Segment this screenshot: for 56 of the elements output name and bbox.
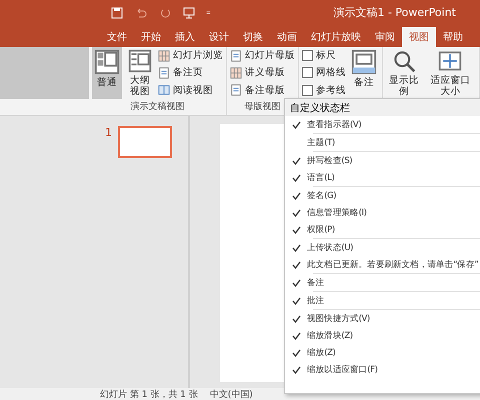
menu-item[interactable]: 缩放滑块(Z) xyxy=(285,327,480,344)
grid-icon xyxy=(230,66,242,79)
menu-item[interactable]: 查看指示器(V) xyxy=(285,116,480,133)
ribbon-button[interactable]: 备注页 xyxy=(158,66,224,80)
group-label: 演示文稿视图 xyxy=(130,100,185,114)
menu-item[interactable]: 缩放以适应窗口(F) xyxy=(285,361,480,378)
page-icon xyxy=(158,66,170,79)
checkbox[interactable]: 参考线 xyxy=(302,84,346,97)
presentation-icon xyxy=(182,6,196,20)
group-label: 母版视图 xyxy=(244,100,281,114)
ribbon-button[interactable]: 备注 xyxy=(349,47,380,99)
menu-item[interactable]: 签名(G) xyxy=(285,187,480,204)
ribbon-tab[interactable]: 帮助 xyxy=(436,27,470,47)
slide-number: 1 xyxy=(105,126,112,141)
ribbon-tab[interactable]: 开始 xyxy=(134,27,168,47)
ribbon-tab[interactable]: 切换 xyxy=(236,27,270,47)
checkbox[interactable]: 网格线 xyxy=(302,66,346,80)
window-title: 演示文稿1 - PowerPoint xyxy=(333,5,456,20)
normal-view-icon xyxy=(94,49,120,75)
page-icon xyxy=(230,84,242,96)
ribbon-tab[interactable]: 视图 xyxy=(402,27,436,47)
ribbon-button[interactable]: 备注母版 xyxy=(230,84,296,97)
menu-item[interactable]: 视图快捷方式(V) xyxy=(285,310,480,327)
menu-item[interactable]: 语言(L) xyxy=(285,169,480,186)
ribbon-tab[interactable]: 插入 xyxy=(168,27,202,47)
ribbon-button[interactable]: 幻灯片浏览 xyxy=(158,49,224,62)
menu-item[interactable]: 拼写检查(S) xyxy=(285,152,480,169)
menu-title: 自定义状态栏 xyxy=(285,99,480,116)
menu-item[interactable]: 权限(P) xyxy=(285,221,480,238)
ribbon-tab[interactable]: 动画 xyxy=(270,27,304,47)
menu-item[interactable]: 此文档已更新。若要刷新文档，请单击“保存” xyxy=(285,256,480,273)
page-icon xyxy=(230,50,242,62)
ribbon-button[interactable]: 显示比例 xyxy=(386,47,422,99)
ribbon-tab[interactable]: 设计 xyxy=(202,27,236,47)
menu-item[interactable]: 缩放(Z) xyxy=(285,344,480,361)
menu-item[interactable]: 批注 xyxy=(285,292,480,309)
book-icon xyxy=(158,84,170,96)
ribbon-button[interactable]: 普通 xyxy=(92,47,122,99)
menu-item[interactable]: 上传状态(U) xyxy=(285,239,480,256)
menu-item[interactable]: 备注 xyxy=(285,274,480,291)
checkbox[interactable]: 标尺 xyxy=(302,49,346,62)
save-icon xyxy=(110,6,124,20)
menu-item[interactable]: 主题(T) xyxy=(285,134,480,151)
ribbon-tab[interactable]: 幻灯片放映 xyxy=(304,27,368,47)
status-text: 幻灯片 第 1 张，共 1 张 xyxy=(100,388,198,400)
ribbon-button[interactable]: 阅读视图 xyxy=(158,84,224,97)
menu-item[interactable]: 信息管理策略(I) xyxy=(285,204,480,221)
grid-icon xyxy=(158,50,170,62)
ribbon-tab[interactable]: 文件 xyxy=(100,27,134,47)
status-text: 中文(中国) xyxy=(210,388,253,400)
ribbon-button[interactable]: 适应窗口大小 xyxy=(424,47,476,99)
slide-thumbnail[interactable] xyxy=(118,126,172,158)
ribbon-button[interactable]: 讲义母版 xyxy=(230,66,296,80)
ribbon-tab[interactable]: 审阅 xyxy=(368,27,402,47)
ribbon-button[interactable]: 幻灯片母版 xyxy=(230,49,296,62)
ribbon-button[interactable]: 大纲视图 xyxy=(125,47,156,99)
